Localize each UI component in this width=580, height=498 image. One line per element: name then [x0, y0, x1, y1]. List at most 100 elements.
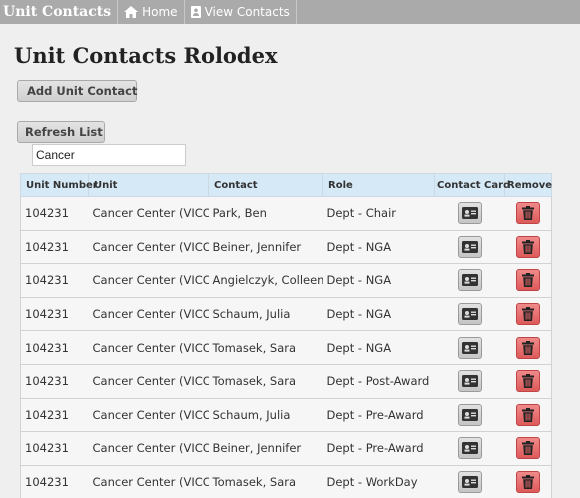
- cell-unit: Cancer Center (VICC): [88, 464, 209, 498]
- header-role[interactable]: Role: [322, 173, 435, 197]
- cell-contact: Tomasek, Sara: [208, 363, 323, 399]
- remove-contact-button[interactable]: [515, 370, 540, 393]
- cell-unit: Cancer Center (VICC): [88, 196, 209, 231]
- cell-role: Dept - NGA: [322, 229, 435, 265]
- remove-contact-button[interactable]: [515, 437, 540, 460]
- cell-contact-card: [434, 229, 505, 265]
- cell-contact: Park, Ben: [208, 196, 323, 231]
- cell-unit: Cancer Center (VICC): [88, 330, 209, 365]
- cell-remove: [504, 330, 552, 365]
- header-unit-number[interactable]: Unit Number: [20, 173, 98, 197]
- contact-card-button[interactable]: [457, 202, 482, 225]
- cell-remove: [504, 263, 552, 298]
- header-contact[interactable]: Contact: [208, 173, 323, 197]
- cell-role: Dept - NGA: [322, 296, 435, 332]
- cell-contact-card: [434, 464, 505, 498]
- table-row: 104231 Cancer Center (VICC) Tomasek, Sara D…: [20, 363, 552, 399]
- cell-unit: Cancer Center (VICC): [88, 296, 209, 332]
- trash-icon: [521, 441, 534, 456]
- app-brand[interactable]: Unit Contacts: [0, 0, 119, 24]
- cell-contact: Angielczyk, Colleen: [208, 263, 323, 298]
- cell-unit-number: 104231: [20, 296, 89, 332]
- remove-contact-button[interactable]: [515, 202, 540, 225]
- refresh-list-label: Refresh List: [25, 125, 103, 139]
- contact-card-button[interactable]: [457, 235, 482, 258]
- cell-unit-number: 104231: [20, 464, 89, 498]
- contact-card-button[interactable]: [457, 269, 482, 292]
- page-title: Unit Contacts Rolodex: [14, 43, 278, 68]
- table-row: 104231 Cancer Center (VICC) Schaum, Julia D…: [20, 296, 552, 332]
- nav-view-contacts-label: View Contacts: [204, 5, 290, 19]
- home-icon: [124, 6, 139, 18]
- cell-unit-number: 104231: [20, 196, 89, 231]
- add-unit-contact-button[interactable]: Add Unit Contact: [17, 80, 137, 102]
- cell-role: Dept - Chair: [322, 196, 435, 231]
- table-row: 104231 Cancer Center (VICC) Schaum, Julia D…: [20, 397, 552, 433]
- table-row: 104231 Cancer Center (VICC) Tomasek, Sara D…: [20, 464, 552, 498]
- cell-unit: Cancer Center (VICC): [88, 229, 209, 265]
- id-card-icon: [461, 308, 478, 321]
- cell-unit-number: 104231: [20, 431, 89, 466]
- table-row: 104231 Cancer Center (VICC) Beiner, Jennif…: [20, 229, 552, 265]
- trash-icon: [521, 475, 534, 490]
- cell-unit: Cancer Center (VICC): [88, 397, 209, 433]
- cell-remove: [504, 229, 552, 265]
- cell-unit: Cancer Center (VICC): [88, 263, 209, 298]
- trash-icon: [521, 206, 534, 221]
- cell-contact-card: [434, 196, 505, 231]
- unit-contacts-table: Unit Number Unit Contact Role Contact Ca…: [20, 173, 552, 498]
- cell-role: Dept - NGA: [322, 330, 435, 365]
- cell-unit: Cancer Center (VICC): [88, 431, 209, 466]
- contact-card-button[interactable]: [457, 437, 482, 460]
- trash-icon: [521, 273, 534, 288]
- remove-contact-button[interactable]: [515, 403, 540, 426]
- remove-contact-button[interactable]: [515, 269, 540, 292]
- trash-icon: [521, 407, 534, 422]
- cell-unit: Cancer Center (VICC): [88, 363, 209, 399]
- id-card-icon: [461, 408, 478, 421]
- cell-contact: Tomasek, Sara: [208, 330, 323, 365]
- cell-role: Dept - WorkDay: [322, 464, 435, 498]
- cell-contact-card: [434, 397, 505, 433]
- id-card-icon: [461, 240, 478, 253]
- trash-icon: [521, 239, 534, 254]
- contact-card-button[interactable]: [457, 471, 482, 494]
- contact-card-button[interactable]: [457, 370, 482, 393]
- cell-contact: Beiner, Jennifer: [208, 431, 323, 466]
- add-unit-contact-label: Add Unit Contact: [27, 84, 138, 98]
- cell-contact-card: [434, 263, 505, 298]
- nav-home-label: Home: [142, 5, 178, 19]
- header-unit[interactable]: Unit: [88, 173, 209, 197]
- cell-role: Dept - Post-Award: [322, 363, 435, 399]
- search-input[interactable]: [32, 144, 186, 166]
- contact-card-button[interactable]: [457, 303, 482, 326]
- cell-contact-card: [434, 296, 505, 332]
- remove-contact-button[interactable]: [515, 235, 540, 258]
- table-row: 104231 Cancer Center (VICC) Tomasek, Sara D…: [20, 330, 552, 365]
- cell-contact-card: [434, 330, 505, 365]
- cell-unit-number: 104231: [20, 330, 89, 365]
- contact-card-button[interactable]: [457, 403, 482, 426]
- cell-contact: Schaum, Julia: [208, 296, 323, 332]
- remove-contact-button[interactable]: [515, 303, 540, 326]
- header-remove: Remove: [504, 173, 552, 197]
- contact-book-icon: [190, 6, 201, 18]
- top-navbar: Unit Contacts Home View Contacts: [0, 0, 580, 24]
- cell-role: Dept - Pre-Award: [322, 431, 435, 466]
- header-contact-card: Contact Card: [434, 173, 510, 197]
- cell-unit-number: 104231: [20, 397, 89, 433]
- id-card-icon: [461, 207, 478, 220]
- cell-role: Dept - Pre-Award: [322, 397, 435, 433]
- refresh-list-button[interactable]: Refresh List: [17, 121, 105, 143]
- contact-card-button[interactable]: [457, 336, 482, 359]
- remove-contact-button[interactable]: [515, 471, 540, 494]
- cell-unit-number: 104231: [20, 229, 89, 265]
- table-row: 104231 Cancer Center (VICC) Angielczyk, Co…: [20, 263, 552, 298]
- nav-home[interactable]: Home: [118, 0, 185, 24]
- remove-contact-button[interactable]: [515, 336, 540, 359]
- table-header-row: Unit Number Unit Contact Role Contact Ca…: [20, 173, 552, 197]
- table-row: 104231 Cancer Center (VICC) Park, Ben Dept …: [20, 196, 552, 231]
- cell-remove: [504, 397, 552, 433]
- cell-remove: [504, 431, 552, 466]
- nav-view-contacts[interactable]: View Contacts: [185, 0, 297, 24]
